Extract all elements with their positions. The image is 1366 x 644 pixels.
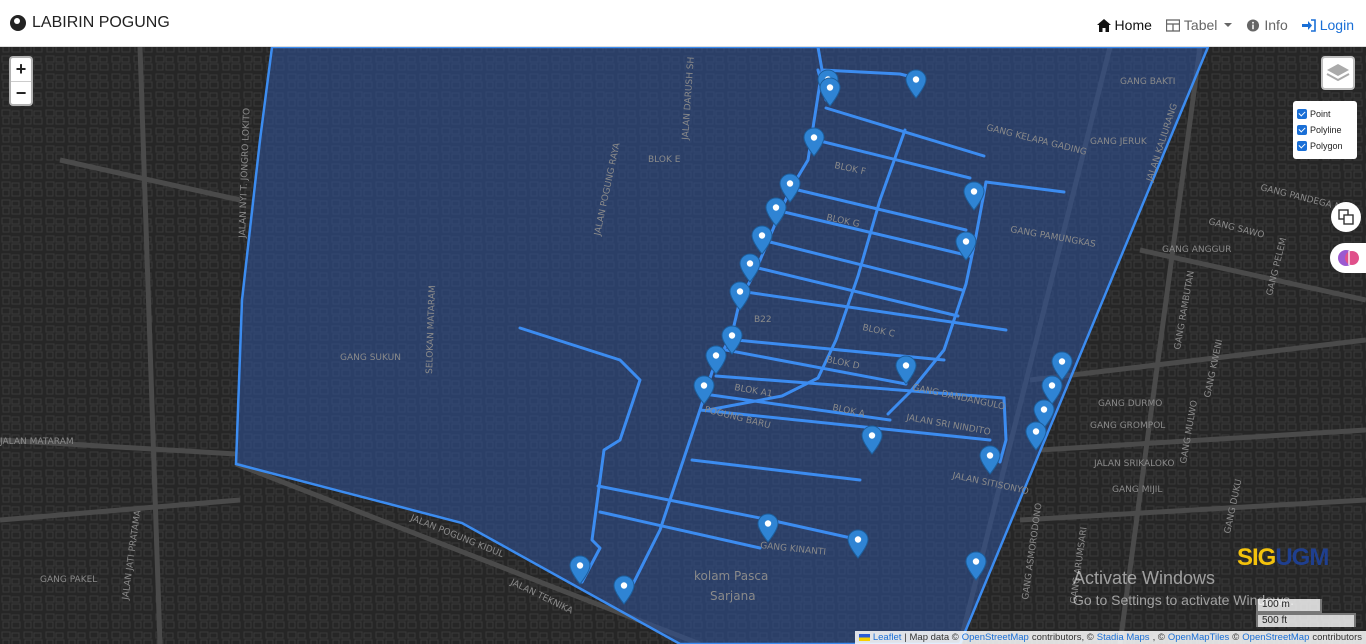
street-label: GANG BAKTI — [1120, 77, 1175, 87]
zoom-out-button[interactable]: − — [11, 81, 31, 104]
layer-label: Point — [1310, 109, 1331, 119]
osm-link-2[interactable]: OpenStreetMap — [1242, 631, 1309, 644]
nav-info-label: Info — [1264, 17, 1288, 33]
street-label: GANG GROMPOL — [1090, 421, 1165, 431]
openmaptiles-link[interactable]: OpenMapTiles — [1168, 631, 1229, 644]
nav-tabel[interactable]: Tabel — [1165, 17, 1233, 33]
street-label: GANG JERUK — [1090, 137, 1148, 147]
checkbox-icon[interactable] — [1297, 141, 1307, 151]
login-icon — [1301, 18, 1316, 32]
nav-menu: Home Tabel Info Login — [1096, 17, 1354, 33]
info-icon — [1247, 18, 1260, 32]
translate-icon — [1338, 209, 1354, 225]
scale-imperial: 500 ft — [1256, 613, 1356, 627]
leaflet-link[interactable]: Leaflet — [873, 631, 902, 644]
brain-icon — [1338, 250, 1359, 266]
nav-info[interactable]: Info — [1246, 17, 1288, 33]
street-label: JALAN SRIKALOKO — [1093, 459, 1174, 469]
home-icon — [1096, 18, 1111, 32]
osm-link[interactable]: OpenStreetMap — [962, 631, 1029, 644]
app-title: LABIRIN POGUNG — [32, 14, 170, 31]
extension-button[interactable] — [1330, 243, 1366, 273]
layers-icon — [1326, 64, 1350, 82]
attribution: Leaflet | Map data © OpenStreetMap contr… — [854, 631, 1366, 644]
layer-panel: Point Polyline Polygon — [1293, 101, 1357, 159]
street-label: B22 — [754, 315, 772, 325]
nav-home[interactable]: Home — [1096, 17, 1152, 33]
street-label: GANG ANGGUR — [1162, 245, 1231, 255]
checkbox-icon[interactable] — [1297, 125, 1307, 135]
translate-button[interactable] — [1331, 202, 1361, 232]
layer-toggle-point[interactable]: Point — [1297, 106, 1353, 122]
nav-tabel-label: Tabel — [1183, 17, 1218, 33]
chevron-down-icon — [1224, 23, 1233, 27]
street-label: GANG DURMO — [1098, 399, 1162, 409]
nav-login-label: Login — [1319, 17, 1354, 33]
street-label: JALAN MATARAM — [0, 437, 74, 447]
ukraine-flag-icon — [858, 634, 870, 641]
pond-label: Sarjana — [710, 589, 756, 603]
map-base: JALAN NYI T. JONGRO LOKITO JALAN MATARAM… — [0, 47, 1366, 644]
navbar: LABIRIN POGUNG Home Tabel Info Login — [0, 0, 1366, 47]
street-label: BLOK E — [648, 155, 681, 165]
layers-button[interactable] — [1321, 56, 1355, 90]
stadia-link[interactable]: Stadia Maps — [1097, 631, 1150, 644]
checkbox-icon[interactable] — [1297, 109, 1307, 119]
nav-login[interactable]: Login — [1301, 17, 1354, 33]
map-canvas[interactable]: JALAN NYI T. JONGRO LOKITO JALAN MATARAM… — [0, 47, 1366, 644]
layer-label: Polygon — [1310, 141, 1343, 151]
layer-label: Polyline — [1310, 125, 1342, 135]
pond-label: kolam Pasca — [694, 569, 768, 583]
globe-icon — [10, 15, 26, 31]
street-label: GANG SUKUN — [340, 353, 401, 363]
layer-toggle-polyline[interactable]: Polyline — [1297, 122, 1353, 138]
layer-toggle-polygon[interactable]: Polygon — [1297, 138, 1353, 154]
street-label: GANG PAKEL — [40, 575, 97, 585]
street-label: GANG MIJIL — [1112, 485, 1162, 495]
brand[interactable]: LABIRIN POGUNG — [10, 14, 170, 32]
nav-home-label: Home — [1114, 17, 1152, 33]
table-icon — [1165, 18, 1180, 32]
zoom-control: + − — [9, 56, 33, 106]
zoom-in-button[interactable]: + — [11, 58, 31, 81]
scale-metric: 100 m — [1256, 599, 1322, 613]
